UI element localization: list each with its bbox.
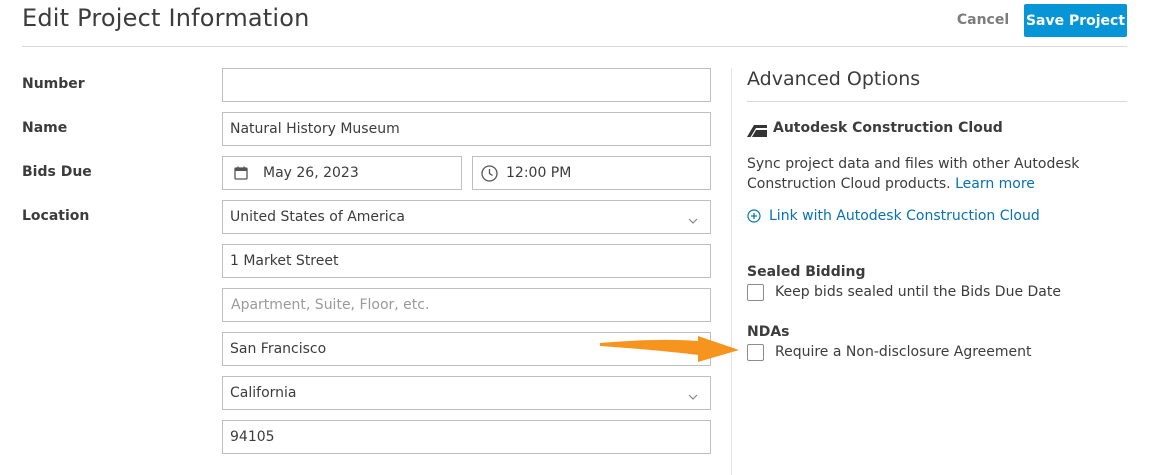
bids-due-time-picker[interactable]: 12:00 PM bbox=[472, 156, 711, 190]
sealed-bidding-title: Sealed Bidding bbox=[747, 264, 866, 280]
cancel-button[interactable]: Cancel bbox=[950, 8, 1016, 32]
bids-due-label: Bids Due bbox=[22, 164, 92, 180]
city-value: San Francisco bbox=[230, 341, 327, 357]
sealed-bidding-checkbox[interactable] bbox=[747, 284, 764, 301]
link-acc-label: Link with Autodesk Construction Cloud bbox=[769, 208, 1040, 224]
clock-icon bbox=[481, 164, 498, 182]
zip-input[interactable]: 94105 bbox=[222, 420, 711, 454]
street-value: 1 Market Street bbox=[230, 253, 339, 269]
state-value: California bbox=[230, 385, 297, 401]
country-select[interactable]: United States of America bbox=[222, 200, 711, 234]
acc-description: Sync project data and files with other A… bbox=[747, 154, 1107, 194]
name-input[interactable]: Natural History Museum bbox=[222, 112, 711, 146]
link-acc-button[interactable]: Link with Autodesk Construction Cloud bbox=[747, 208, 1040, 224]
name-value: Natural History Museum bbox=[230, 121, 400, 137]
number-input[interactable] bbox=[222, 68, 711, 102]
number-label: Number bbox=[22, 76, 85, 92]
header-divider bbox=[22, 46, 1127, 47]
chevron-down-icon bbox=[688, 388, 698, 404]
street-input[interactable]: 1 Market Street bbox=[222, 244, 711, 278]
ndas-title: NDAs bbox=[747, 324, 790, 340]
column-divider bbox=[731, 68, 732, 475]
nda-checkbox[interactable] bbox=[747, 344, 764, 361]
name-label: Name bbox=[22, 120, 68, 136]
bids-due-date-value: May 26, 2023 bbox=[263, 165, 359, 181]
zip-value: 94105 bbox=[230, 429, 275, 445]
advanced-divider bbox=[747, 101, 1127, 102]
page-title: Edit Project Information bbox=[22, 4, 310, 32]
save-project-button[interactable]: Save Project bbox=[1024, 4, 1127, 37]
advanced-options-title: Advanced Options bbox=[747, 68, 921, 90]
learn-more-link[interactable]: Learn more bbox=[955, 176, 1035, 192]
nda-label: Require a Non-disclosure Agreement bbox=[775, 344, 1032, 360]
orange-arrow-icon bbox=[598, 326, 743, 370]
state-select[interactable]: California bbox=[222, 376, 711, 410]
country-value: United States of America bbox=[230, 209, 405, 225]
sealed-bidding-label: Keep bids sealed until the Bids Due Date bbox=[775, 284, 1061, 300]
calendar-icon bbox=[234, 166, 248, 180]
chevron-down-icon bbox=[688, 212, 698, 228]
apartment-placeholder: Apartment, Suite, Floor, etc. bbox=[231, 297, 430, 313]
apartment-input[interactable]: Apartment, Suite, Floor, etc. bbox=[222, 288, 711, 322]
acc-title: Autodesk Construction Cloud bbox=[773, 120, 1003, 136]
autodesk-logo-icon bbox=[747, 122, 767, 141]
bids-due-time-value: 12:00 PM bbox=[506, 165, 572, 181]
plus-circle-icon bbox=[747, 209, 761, 223]
location-label: Location bbox=[22, 208, 90, 224]
bids-due-date-picker[interactable]: May 26, 2023 bbox=[222, 156, 462, 190]
